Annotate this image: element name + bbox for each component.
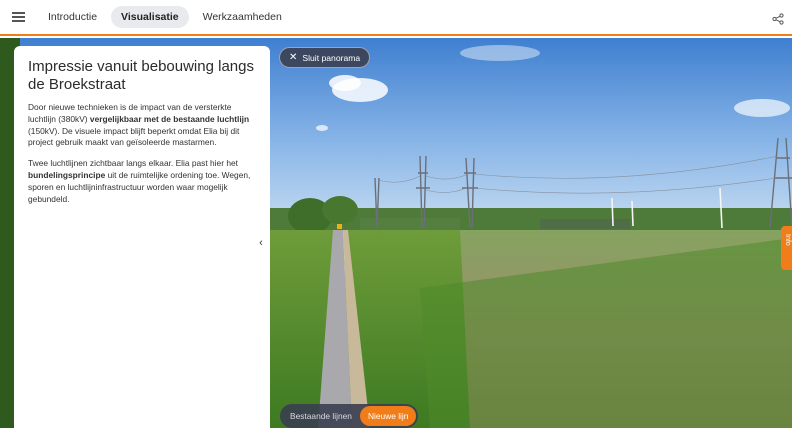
panel-title: Impressie vanuit bebouwing langs de Broe… <box>28 58 254 93</box>
toggle-nieuwe-lijn[interactable]: Nieuwe lijn <box>359 406 417 426</box>
share-icon[interactable] <box>772 13 784 25</box>
side-tab-label: Info <box>784 234 791 246</box>
panel-paragraph-2: Twee luchtlijnen zichtbaar langs elkaar.… <box>28 158 251 204</box>
close-panorama-button[interactable]: ✕ Sluit panorama <box>279 47 371 68</box>
tab-introductie[interactable]: Introductie <box>38 6 107 28</box>
info-panel: Impressie vanuit bebouwing langs de Broe… <box>14 46 270 428</box>
toggle-bestaande-lijnen[interactable]: Bestaande lijnen <box>282 406 360 426</box>
panel-paragraph-1: Door nieuwe technieken is de impact van … <box>28 102 250 148</box>
close-panorama-label: Sluit panorama <box>302 52 361 63</box>
menu-button[interactable] <box>0 0 36 35</box>
close-icon: ✕ <box>289 52 298 63</box>
tab-visualisatie[interactable]: Visualisatie <box>111 6 189 28</box>
tab-werkzaamheden[interactable]: Werkzaamheden <box>193 6 292 28</box>
hamburger-icon <box>11 12 25 22</box>
line-toggle: Bestaande lijnen Nieuwe lijn <box>280 404 419 428</box>
top-navigation: Introductie Visualisatie Werkzaamheden <box>0 0 792 36</box>
collapse-panel-chevron-icon[interactable]: ‹ <box>254 236 268 250</box>
tab-bar: Introductie Visualisatie Werkzaamheden <box>38 6 292 28</box>
info-side-tab[interactable]: Info <box>781 226 792 270</box>
